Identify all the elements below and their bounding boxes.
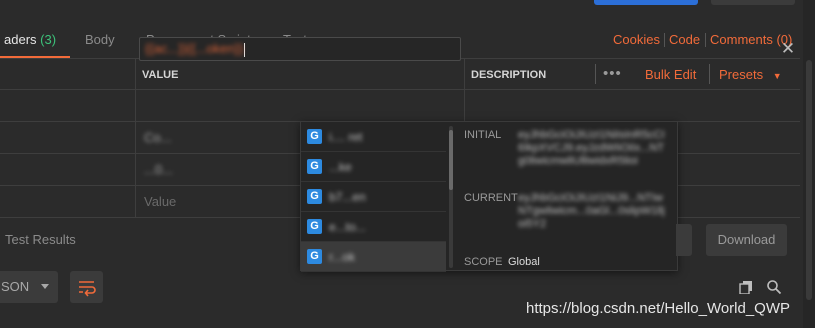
copy-icon[interactable]	[739, 280, 753, 295]
dropdown-scrollbar-thumb[interactable]	[449, 130, 453, 190]
global-variable-icon: G	[307, 189, 322, 204]
value-placeholder[interactable]: Value	[144, 186, 176, 218]
suggestion-item[interactable]: G e...to...	[301, 212, 446, 242]
suggestion-list: G i.... ret G ...ke G b7...en G e...to..…	[301, 122, 446, 272]
variable-detail-panel: INITIAL eyJhbGciOiJIUzI1NiIsInR5cCI6IkpX…	[456, 122, 678, 270]
header-value-cell[interactable]: Co...	[144, 122, 171, 154]
wrap-lines-button[interactable]	[70, 271, 103, 303]
bulk-edit-link[interactable]: Bulk Edit	[645, 59, 696, 91]
save-button[interactable]	[711, 0, 795, 5]
format-value: SON	[1, 279, 30, 294]
global-variable-icon: G	[307, 249, 322, 264]
save-response-button[interactable]	[676, 224, 692, 256]
variable-text: {{ac...}}{{...oken}}	[145, 41, 244, 56]
current-value: eyJhbGciOiJIUzI1NiJ9...NTIwNTgwliwicm...…	[518, 192, 665, 230]
wrap-icon	[79, 281, 96, 297]
presets-label: Presets	[719, 67, 764, 82]
close-icon[interactable]: ✕	[779, 38, 797, 60]
presets-dropdown[interactable]: Presets ▼	[719, 59, 782, 91]
divider	[664, 33, 665, 47]
suggestion-item[interactable]: G i.... ret	[301, 122, 446, 152]
text-caret	[244, 42, 246, 57]
divider	[705, 33, 706, 47]
tab-body[interactable]: Body	[85, 22, 115, 58]
suggestion-item-selected[interactable]: G r...ok	[301, 242, 446, 272]
global-variable-icon: G	[307, 219, 322, 234]
watermark: https://blog.csdn.net/Hello_World_QWP	[526, 300, 791, 317]
global-variable-icon: G	[307, 159, 322, 174]
tab-headers-label: aders	[4, 32, 37, 47]
table-header-row: VALUE DESCRIPTION Bulk Edit Presets ▼	[0, 58, 800, 90]
divider	[709, 64, 710, 84]
header-value-cell[interactable]: ...0...	[144, 154, 173, 186]
scope-label: SCOPE	[464, 256, 503, 268]
global-variable-icon: G	[307, 129, 322, 144]
table-row	[0, 90, 800, 122]
tab-test-results[interactable]: Test Results	[5, 232, 76, 247]
cookies-link[interactable]: Cookies	[613, 22, 660, 58]
scope-value: Global	[508, 256, 540, 268]
search-icon[interactable]	[766, 279, 782, 295]
download-button[interactable]: Download	[706, 224, 787, 256]
chevron-down-icon: ▼	[772, 71, 782, 81]
initial-label: INITIAL	[464, 129, 502, 141]
chevron-down-icon	[41, 284, 49, 289]
more-options-icon[interactable]: •••	[603, 58, 622, 90]
tab-headers-count: (3)	[40, 32, 57, 47]
current-label: CURRENT	[464, 192, 518, 204]
suggestion-label: i.... ret	[329, 130, 363, 144]
variable-autocomplete-dropdown: G i.... ret G ...ke G b7...en G e...to..…	[300, 121, 678, 272]
suggestion-label: ...ke	[329, 160, 352, 174]
suggestion-label: b7...en	[329, 190, 366, 204]
column-header-value: VALUE	[142, 69, 179, 81]
code-link[interactable]: Code	[669, 22, 700, 58]
send-button[interactable]	[594, 0, 698, 5]
initial-value: eyJhbGciOiJIUzI1NiIsInR5cCI6IkpXVCJ9.eyJ…	[518, 129, 665, 167]
suggestion-item[interactable]: G b7...en	[301, 182, 446, 212]
variable-expression: {{ac...}}{{...oken}}	[145, 38, 246, 60]
response-format-select[interactable]: SON	[0, 271, 58, 303]
page-scrollbar-thumb[interactable]	[806, 60, 812, 300]
suggestion-item[interactable]: G ...ke	[301, 152, 446, 182]
suggestion-label: e...to...	[329, 220, 366, 234]
tab-headers[interactable]: aders (3)	[4, 22, 56, 58]
divider	[595, 64, 596, 84]
column-header-description: DESCRIPTION	[471, 69, 547, 81]
suggestion-label: r...ok	[329, 250, 356, 264]
header-value-input[interactable]: {{ac...}}{{...oken}}	[139, 37, 461, 61]
